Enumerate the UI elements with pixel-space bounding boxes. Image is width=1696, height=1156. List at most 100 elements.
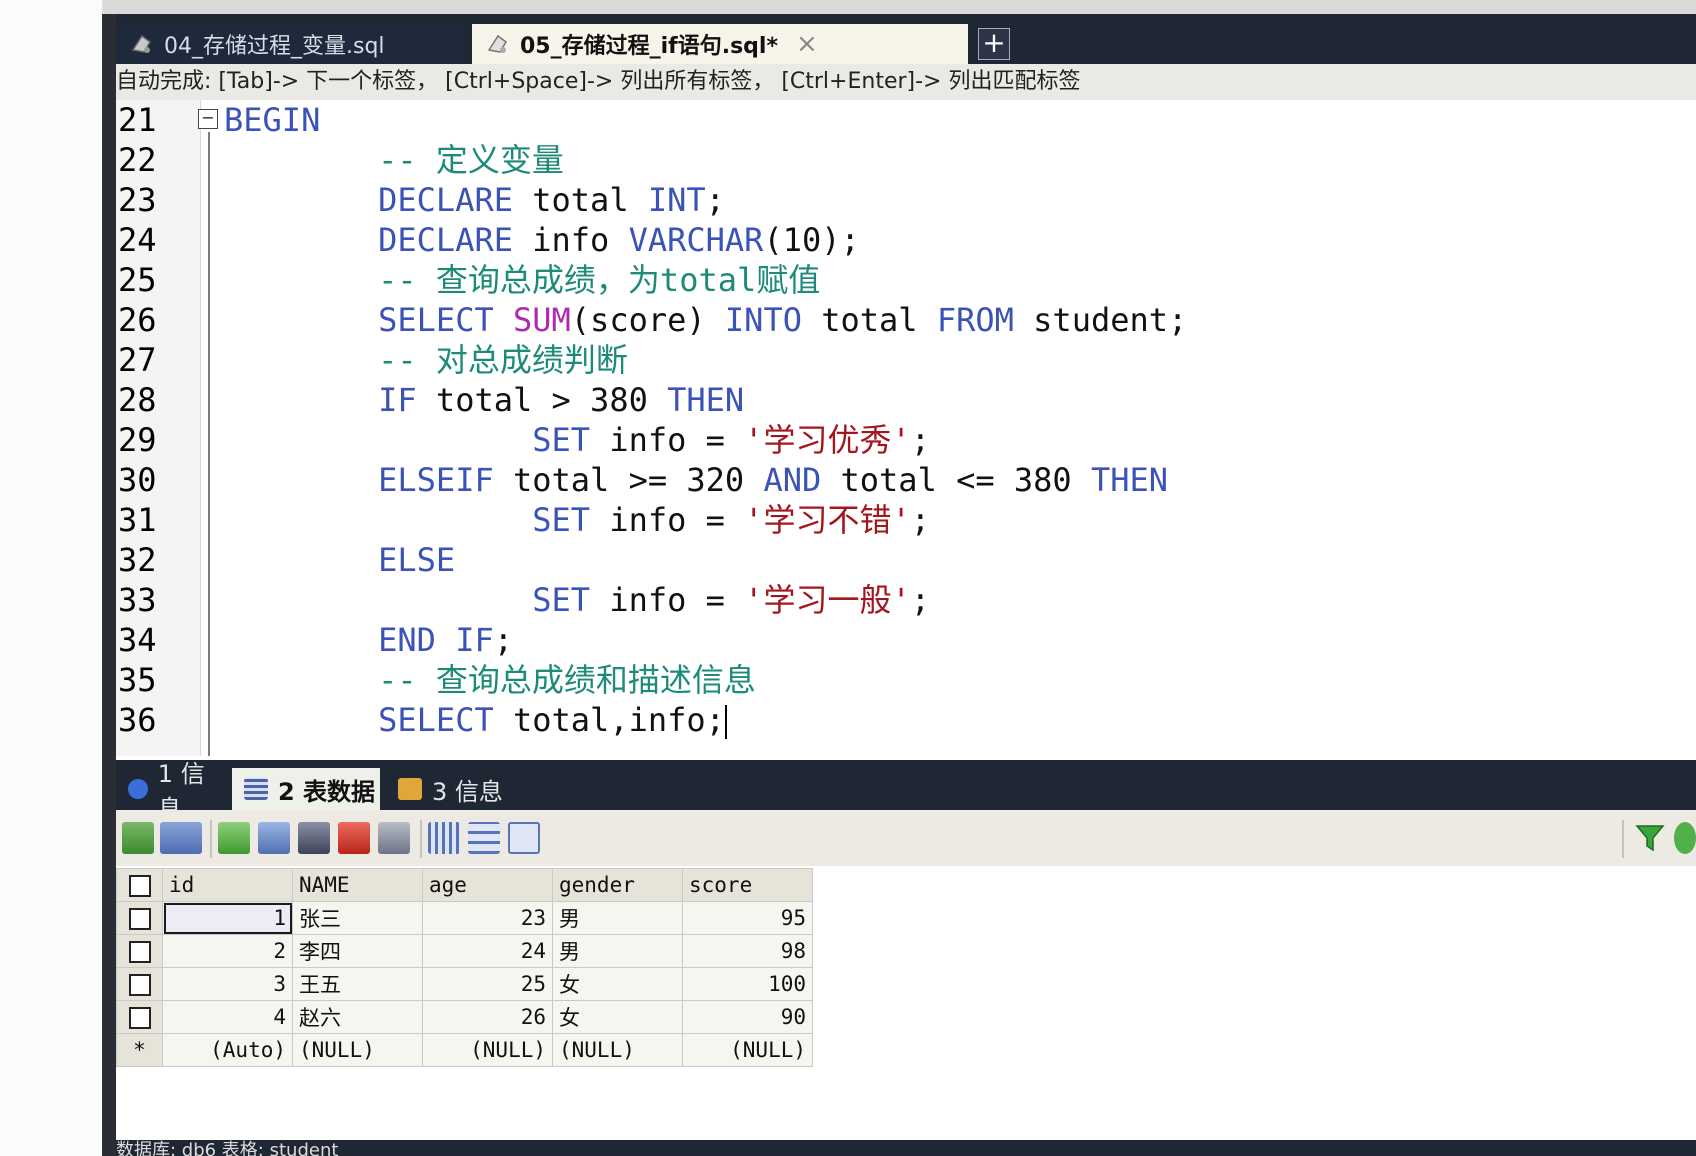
code-line[interactable]: 31 SET info = '学习不错'; bbox=[116, 500, 1696, 540]
sql-text: (10); bbox=[763, 221, 860, 259]
row-checkbox[interactable] bbox=[116, 901, 163, 935]
save-icon[interactable] bbox=[298, 822, 330, 854]
line-number: 25 bbox=[118, 261, 157, 299]
code-line[interactable]: 27 -- 对总成绩判断 bbox=[116, 340, 1696, 380]
column-header-age[interactable]: age bbox=[422, 868, 553, 902]
new-tab-button[interactable]: + bbox=[978, 28, 1010, 60]
select-all-checkbox[interactable] bbox=[116, 868, 163, 902]
export-icon[interactable] bbox=[160, 822, 202, 854]
object-browser-panel bbox=[0, 0, 103, 1156]
cell-id[interactable]: 2 bbox=[162, 934, 293, 968]
refresh-icon[interactable] bbox=[1674, 822, 1696, 854]
text-caret bbox=[724, 705, 727, 739]
line-number: 33 bbox=[118, 581, 157, 619]
code-text: SELECT total,info; bbox=[224, 700, 727, 740]
cell-gender[interactable]: 女 bbox=[552, 967, 683, 1001]
cell-score[interactable]: 98 bbox=[682, 934, 813, 968]
cell-score[interactable]: (NULL) bbox=[682, 1033, 813, 1067]
code-line[interactable]: 22 -- 定义变量 bbox=[116, 140, 1696, 180]
sql-keyword: THEN bbox=[667, 381, 745, 419]
checkbox-icon bbox=[128, 941, 151, 963]
cell-score[interactable]: 90 bbox=[682, 1000, 813, 1034]
code-line[interactable]: 34 END IF; bbox=[116, 620, 1696, 660]
column-header-name[interactable]: NAME bbox=[292, 868, 423, 902]
cell-name[interactable]: 赵六 bbox=[292, 1000, 423, 1034]
collapse-icon[interactable]: − bbox=[198, 109, 218, 129]
cell-id[interactable]: 1 bbox=[162, 901, 293, 935]
cell-id[interactable]: 4 bbox=[162, 1000, 293, 1034]
tab-label: 3 信息 bbox=[432, 777, 503, 806]
cell-name[interactable]: (NULL) bbox=[292, 1033, 423, 1067]
code-text: SET info = '学习优秀'; bbox=[224, 420, 930, 460]
tab-05-if-statement[interactable]: 05_存储过程_if语句.sql* × bbox=[472, 24, 968, 64]
sql-text: total bbox=[801, 301, 937, 339]
cell-gender[interactable]: 女 bbox=[552, 1000, 683, 1034]
add-row-icon[interactable] bbox=[218, 822, 250, 854]
cell-age[interactable]: 26 bbox=[422, 1000, 553, 1034]
code-line[interactable]: 36 SELECT total,info; bbox=[116, 700, 1696, 740]
cell-gender[interactable]: (NULL) bbox=[552, 1033, 683, 1067]
new-row-marker: * bbox=[116, 1033, 163, 1067]
info-icon bbox=[398, 778, 422, 800]
row-checkbox[interactable] bbox=[116, 934, 163, 968]
text-view-icon[interactable] bbox=[508, 822, 540, 854]
code-line[interactable]: 33 SET info = '学习一般'; bbox=[116, 580, 1696, 620]
code-text: DECLARE total INT; bbox=[224, 180, 725, 220]
cell-age[interactable]: 23 bbox=[422, 901, 553, 935]
code-text: END IF; bbox=[224, 620, 513, 660]
tab-table-data[interactable]: 2 表数据 bbox=[232, 768, 380, 810]
cell-age[interactable]: (NULL) bbox=[422, 1033, 553, 1067]
cell-name[interactable]: 王五 bbox=[292, 967, 423, 1001]
table-row[interactable]: 1 张三 23 男 95 bbox=[116, 901, 813, 935]
cell-id[interactable]: (Auto) bbox=[162, 1033, 293, 1067]
tab-04-variables[interactable]: 04_存储过程_变量.sql bbox=[116, 24, 464, 64]
info-icon bbox=[128, 779, 148, 799]
sql-text: ; bbox=[493, 621, 513, 659]
cell-name[interactable]: 张三 bbox=[292, 901, 423, 935]
row-checkbox[interactable] bbox=[116, 1000, 163, 1034]
cell-id[interactable]: 3 bbox=[162, 967, 293, 1001]
cancel-icon[interactable] bbox=[378, 822, 410, 854]
sql-keyword: SET bbox=[532, 501, 591, 539]
column-header-gender[interactable]: gender bbox=[552, 868, 683, 902]
code-line[interactable]: 21 − BEGIN bbox=[116, 100, 1696, 140]
sql-editor[interactable]: 21− BEGIN 22 -- 定义变量 23 DECLARE total INT; 2… bbox=[116, 100, 1696, 756]
delete-icon[interactable] bbox=[338, 822, 370, 854]
code-line[interactable]: 26 SELECT SUM(score) INTO total FROM stu… bbox=[116, 300, 1696, 340]
table-row[interactable]: 2 李四 24 男 98 bbox=[116, 934, 813, 968]
sql-string: '学习优秀' bbox=[744, 421, 911, 459]
tab-messages-3[interactable]: 3 信息 bbox=[386, 768, 506, 810]
filter-icon[interactable] bbox=[1634, 822, 1666, 854]
cell-gender[interactable]: 男 bbox=[552, 901, 683, 935]
grid-view-icon[interactable] bbox=[428, 822, 460, 854]
column-header-id[interactable]: id bbox=[162, 868, 293, 902]
cell-age[interactable]: 24 bbox=[422, 934, 553, 968]
code-line[interactable]: 30 ELSEIF total >= 320 AND total <= 380 … bbox=[116, 460, 1696, 500]
line-number: 23 bbox=[118, 181, 157, 219]
cell-score[interactable]: 100 bbox=[682, 967, 813, 1001]
code-line[interactable]: 28 IF total > 380 THEN bbox=[116, 380, 1696, 420]
table-row[interactable]: 3 王五 25 女 100 bbox=[116, 967, 813, 1001]
tab-messages-1[interactable]: 1 信息 bbox=[116, 760, 228, 823]
column-header-score[interactable]: score bbox=[682, 868, 813, 902]
new-row[interactable]: * (Auto) (NULL) (NULL) (NULL) (NULL) bbox=[116, 1033, 813, 1067]
code-line[interactable]: 32 ELSE bbox=[116, 540, 1696, 580]
code-line[interactable]: 35 -- 查询总成绩和描述信息 bbox=[116, 660, 1696, 700]
form-view-icon[interactable] bbox=[468, 822, 500, 854]
cell-gender[interactable]: 男 bbox=[552, 934, 683, 968]
code-line[interactable]: 23 DECLARE total INT; bbox=[116, 180, 1696, 220]
code-line[interactable]: 24 DECLARE info VARCHAR(10); bbox=[116, 220, 1696, 260]
row-checkbox[interactable] bbox=[116, 967, 163, 1001]
cell-score[interactable]: 95 bbox=[682, 901, 813, 935]
code-line[interactable]: 25 -- 查询总成绩，为total赋值 bbox=[116, 260, 1696, 300]
duplicate-row-icon[interactable] bbox=[258, 822, 290, 854]
code-line[interactable]: 29 SET info = '学习优秀'; bbox=[116, 420, 1696, 460]
insert-row-icon[interactable] bbox=[122, 822, 154, 854]
close-icon[interactable]: × bbox=[796, 29, 818, 59]
cell-age[interactable]: 25 bbox=[422, 967, 553, 1001]
cell-name[interactable]: 李四 bbox=[292, 934, 423, 968]
code-text: SET info = '学习不错'; bbox=[224, 500, 930, 540]
panel-divider[interactable] bbox=[102, 14, 116, 1156]
table-row[interactable]: 4 赵六 26 女 90 bbox=[116, 1000, 813, 1034]
